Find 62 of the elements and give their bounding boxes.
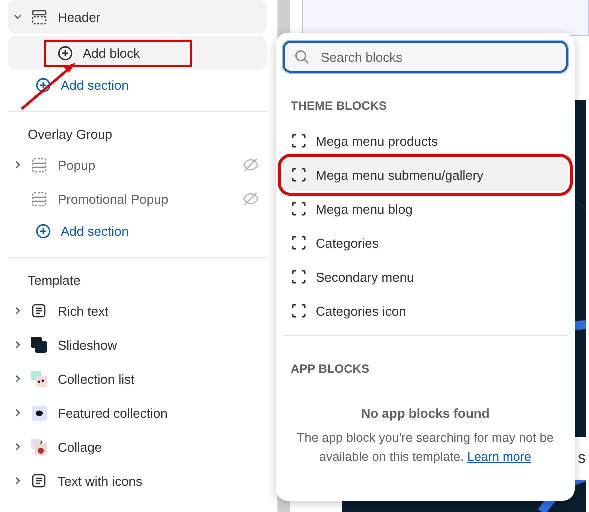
chevron-right-icon[interactable] <box>13 374 23 384</box>
section-label[interactable]: Collage <box>58 440 267 454</box>
section-heading: THEME BLOCKS <box>290 98 388 115</box>
block-option[interactable]: Mega menu products <box>283 125 568 157</box>
dashed-block-icon <box>292 134 306 148</box>
group-title: Template <box>27 272 82 290</box>
section-row[interactable]: Popup <box>8 148 267 182</box>
section-label[interactable]: Featured collection <box>58 406 267 420</box>
chevron-right-icon[interactable] <box>13 306 23 316</box>
chevron-right-icon[interactable] <box>13 442 23 452</box>
section-label[interactable]: Promotional Popup <box>58 192 243 206</box>
empty-state-text: The app block you're searching for may not be available on this template. Learn more <box>296 430 555 466</box>
section-row[interactable]: Text with icons <box>8 464 267 498</box>
chevron-right-icon[interactable] <box>13 340 23 350</box>
section-label[interactable]: Text with icons <box>58 474 267 488</box>
section-label[interactable]: Collection list <box>58 372 267 386</box>
preview-text: s <box>578 450 586 468</box>
block-option[interactable]: Mega menu blog <box>283 193 568 225</box>
block-option[interactable]: Categories icon <box>283 295 568 327</box>
plus-circle-icon <box>36 78 51 93</box>
section-row[interactable]: Featured collection <box>8 396 267 430</box>
text-section-icon <box>32 474 46 488</box>
collection-list-thumbnail-icon <box>31 371 47 387</box>
section-label[interactable]: Rich text <box>58 304 267 318</box>
chevron-right-icon[interactable] <box>13 408 23 418</box>
chevron-down-icon[interactable] <box>13 12 23 22</box>
section-label[interactable]: Popup <box>58 158 243 172</box>
section-row[interactable]: Promotional Popup <box>8 182 267 216</box>
dashed-block-icon <box>292 270 306 284</box>
search-field[interactable]: Search blocks <box>283 41 568 73</box>
collage-thumbnail-icon <box>31 439 47 455</box>
dashed-block-icon <box>292 202 306 216</box>
section-heading: APP BLOCKS <box>290 361 370 378</box>
slideshow-thumbnail-icon <box>31 337 47 353</box>
learn-more-link[interactable]: Learn more <box>468 450 532 464</box>
section-label[interactable]: Header <box>58 10 267 24</box>
popup-section-icon <box>32 192 46 206</box>
section-row[interactable]: Slideshow <box>8 328 267 362</box>
section-label[interactable]: Slideshow <box>58 338 267 352</box>
header-section-icon <box>32 10 46 24</box>
block-option[interactable]: Mega menu submenu/gallery <box>283 159 568 191</box>
chevron-right-icon[interactable] <box>13 160 23 170</box>
dashed-block-icon <box>292 304 306 318</box>
plus-circle-icon <box>58 46 73 60</box>
block-option[interactable]: Categories <box>283 227 568 259</box>
popup-section-icon <box>32 158 46 172</box>
section-row[interactable]: Collage <box>8 430 267 464</box>
empty-state-title: No app blocks found <box>360 406 491 421</box>
text-section-icon <box>32 304 46 318</box>
featured-collection-thumbnail-icon <box>32 406 46 420</box>
add-block-button[interactable]: Add block <box>44 40 192 66</box>
section-row[interactable]: Rich text <box>8 294 267 328</box>
plus-circle-icon <box>36 224 51 239</box>
add-section-button[interactable]: Add section <box>28 218 137 245</box>
group-title: Overlay Group <box>27 126 114 144</box>
chevron-right-icon[interactable] <box>13 476 23 486</box>
block-option[interactable]: Secondary menu <box>283 261 568 293</box>
add-section-button[interactable]: Add section <box>28 72 137 99</box>
dashed-block-icon <box>292 168 306 182</box>
section-row[interactable]: Header <box>8 0 267 34</box>
section-row[interactable]: Collection list <box>8 362 267 396</box>
dashed-block-icon <box>292 236 306 250</box>
